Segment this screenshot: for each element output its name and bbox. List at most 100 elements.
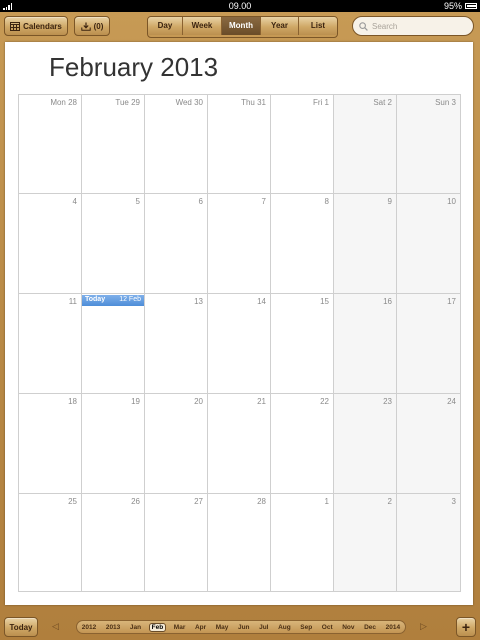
search-field[interactable]: Search xyxy=(352,16,474,36)
day-number: 10 xyxy=(447,197,456,206)
add-event-button[interactable]: + xyxy=(456,617,476,637)
day-number: 4 xyxy=(72,197,77,206)
day-number: 11 xyxy=(68,297,77,306)
day-cell[interactable]: 13 xyxy=(145,294,208,394)
view-switcher: Day Week Month Year List xyxy=(147,16,338,38)
day-cell[interactable]: 15 xyxy=(271,294,334,394)
day-number: Thu 31 xyxy=(241,98,266,107)
day-number: 26 xyxy=(131,497,140,506)
tab-week[interactable]: Week xyxy=(183,17,222,35)
today-date: 12 Feb xyxy=(119,296,141,303)
day-cell[interactable]: 9 xyxy=(334,194,397,294)
tab-list[interactable]: List xyxy=(299,17,337,35)
day-cell[interactable]: 22 xyxy=(271,394,334,494)
day-cell[interactable]: 11 xyxy=(19,294,82,394)
next-arrow-icon[interactable]: ▷ xyxy=(420,621,427,632)
day-number: 6 xyxy=(198,197,203,206)
today-button[interactable]: Today xyxy=(4,617,38,637)
day-number: 3 xyxy=(451,497,456,506)
day-cell[interactable]: 3 xyxy=(397,494,460,591)
tab-month[interactable]: Month xyxy=(222,17,261,35)
day-cell[interactable]: 4 xyxy=(19,194,82,294)
day-cell[interactable]: 21 xyxy=(208,394,271,494)
day-cell[interactable]: Sun 3 xyxy=(397,95,460,194)
timeline-item[interactable]: Aug xyxy=(276,624,293,631)
day-number: 23 xyxy=(383,397,392,406)
download-tray-icon xyxy=(80,22,91,31)
day-cell-today[interactable]: Today 12 Feb xyxy=(82,294,145,394)
today-label: Today xyxy=(85,296,106,303)
day-number: 5 xyxy=(135,197,140,206)
day-number: 19 xyxy=(131,397,140,406)
day-number: 7 xyxy=(261,197,266,206)
day-number: 28 xyxy=(257,497,266,506)
month-grid: Mon 28 Tue 29 Wed 30 Thu 31 Fri 1 Sat 2 … xyxy=(18,94,461,592)
day-cell[interactable]: 18 xyxy=(19,394,82,494)
day-cell[interactable]: 17 xyxy=(397,294,460,394)
day-cell[interactable]: 7 xyxy=(208,194,271,294)
timeline-item[interactable]: Nov xyxy=(340,624,356,631)
day-cell[interactable]: 16 xyxy=(334,294,397,394)
day-cell[interactable]: 27 xyxy=(145,494,208,591)
inbox-label: (0) xyxy=(93,21,104,31)
timeline-item[interactable]: Dec xyxy=(362,624,378,631)
day-number: Mon 28 xyxy=(50,98,77,107)
inbox-button[interactable]: (0) xyxy=(74,16,110,36)
day-cell[interactable]: Mon 28 xyxy=(19,95,82,194)
day-number: Tue 29 xyxy=(115,98,140,107)
day-cell[interactable]: 5 xyxy=(82,194,145,294)
timeline-item[interactable]: Jul xyxy=(257,624,270,631)
battery-percent: 95% xyxy=(443,1,462,11)
timeline-scrubber[interactable]: 2012 2013 Jan Feb Mar Apr May Jun Jul Au… xyxy=(76,620,406,634)
page-title: February 2013 xyxy=(49,52,219,82)
day-cell[interactable]: 24 xyxy=(397,394,460,494)
prev-arrow-icon[interactable]: ◁ xyxy=(52,621,59,632)
timeline-item[interactable]: Mar xyxy=(172,624,188,631)
timeline-item[interactable]: Apr xyxy=(193,624,208,631)
day-cell[interactable]: 28 xyxy=(208,494,271,591)
day-number: 20 xyxy=(194,397,203,406)
day-number: Sun 3 xyxy=(435,98,456,107)
day-number: 21 xyxy=(257,397,266,406)
tab-day[interactable]: Day xyxy=(148,17,183,35)
tab-year[interactable]: Year xyxy=(261,17,299,35)
day-number: 18 xyxy=(68,397,77,406)
day-cell[interactable]: 6 xyxy=(145,194,208,294)
day-cell[interactable]: 14 xyxy=(208,294,271,394)
timeline-item-selected[interactable]: Feb xyxy=(148,622,167,632)
day-number: 8 xyxy=(324,197,329,206)
day-number: 22 xyxy=(320,397,329,406)
status-time: 09.00 xyxy=(228,1,252,11)
day-cell[interactable]: 8 xyxy=(271,194,334,294)
today-highlight[interactable]: Today 12 Feb xyxy=(82,295,144,306)
day-cell[interactable]: 2 xyxy=(334,494,397,591)
day-cell[interactable]: 19 xyxy=(82,394,145,494)
day-cell[interactable]: 25 xyxy=(19,494,82,591)
day-cell[interactable]: Tue 29 xyxy=(82,95,145,194)
timeline-item[interactable]: May xyxy=(214,624,231,631)
timeline-item[interactable]: 2013 xyxy=(104,624,122,631)
day-cell[interactable]: 20 xyxy=(145,394,208,494)
timeline-item[interactable]: 2012 xyxy=(80,624,98,631)
day-cell[interactable]: Wed 30 xyxy=(145,95,208,194)
day-cell[interactable]: 10 xyxy=(397,194,460,294)
day-cell[interactable]: Thu 31 xyxy=(208,95,271,194)
day-number: 25 xyxy=(68,497,77,506)
timeline-item[interactable]: Jan xyxy=(128,624,143,631)
status-bar: 09.00 95% xyxy=(0,0,480,12)
search-icon xyxy=(359,21,368,31)
day-number: Wed 30 xyxy=(175,98,203,107)
day-cell[interactable]: 23 xyxy=(334,394,397,494)
day-number: 16 xyxy=(383,297,392,306)
timeline-item[interactable]: 2014 xyxy=(384,624,402,631)
day-cell[interactable]: Sat 2 xyxy=(334,95,397,194)
search-placeholder: Search xyxy=(372,21,398,31)
timeline-item[interactable]: Sep xyxy=(298,624,314,631)
timeline-item[interactable]: Oct xyxy=(320,624,335,631)
day-cell[interactable]: Fri 1 xyxy=(271,95,334,194)
calendar-icon xyxy=(10,21,21,31)
day-cell[interactable]: 26 xyxy=(82,494,145,591)
timeline-item[interactable]: Jun xyxy=(236,624,252,631)
day-cell[interactable]: 1 xyxy=(271,494,334,591)
calendars-button[interactable]: Calendars xyxy=(4,16,68,36)
